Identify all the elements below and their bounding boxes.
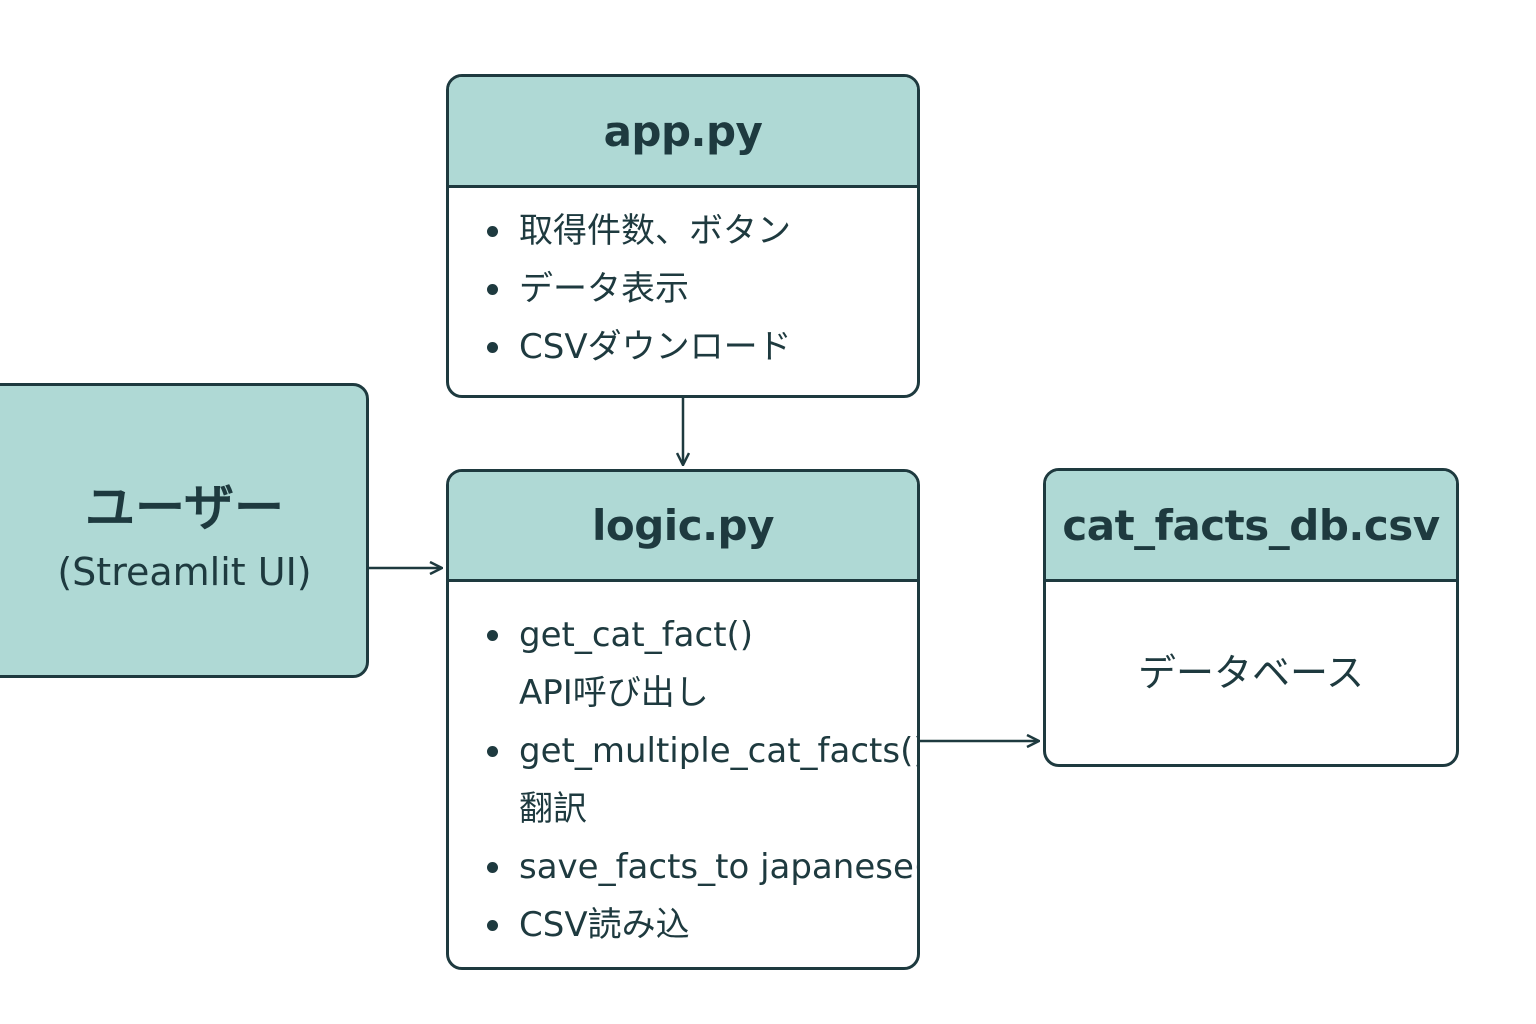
user-node: ユーザー (Streamlit UI) [0,383,369,678]
logic-py-item: get_cat_fact() API呼び出し [487,606,917,722]
logic-py-item-list: get_cat_fact() API呼び出し get_multiple_cat_fa… [487,606,917,954]
logic-py-item-function: get_multiple_cat_facts() [519,731,920,771]
logic-py-item: save_facts_to japanese() [487,838,917,896]
app-py-item: CSVダウンロード [487,318,917,376]
logic-py-title: logic.py [449,472,917,582]
app-py-item: 取得件数、ボタン [487,202,917,260]
app-py-title: app.py [449,77,917,188]
logic-py-item-function: CSV読み込 [519,905,690,945]
cat-facts-db-title: cat_facts_db.csv [1046,471,1456,582]
logic-py-item: CSV読み込 [487,896,917,954]
logic-py-node: logic.py get_cat_fact() API呼び出し get_multip… [446,469,920,970]
logic-py-item-description: 翻訳 [519,789,587,829]
logic-py-item-description: API呼び出し [519,673,709,713]
logic-py-body: get_cat_fact() API呼び出し get_multiple_cat_fa… [449,582,917,954]
app-py-node: app.py 取得件数、ボタン データ表示 CSVダウンロード [446,74,920,398]
cat-facts-db-node: cat_facts_db.csv データベース [1043,468,1459,767]
logic-py-item: get_multiple_cat_facts() 翻訳 [487,722,917,838]
user-subtitle: (Streamlit UI) [57,549,312,594]
logic-py-item-function: save_facts_to japanese() [519,847,920,887]
app-py-item: データ表示 [487,260,917,318]
user-title: ユーザー [85,478,284,537]
app-py-body: 取得件数、ボタン データ表示 CSVダウンロード [449,188,917,376]
cat-facts-db-body: データベース [1137,651,1365,695]
app-py-item-list: 取得件数、ボタン データ表示 CSVダウンロード [487,202,917,376]
logic-py-item-function: get_cat_fact() [519,615,754,655]
